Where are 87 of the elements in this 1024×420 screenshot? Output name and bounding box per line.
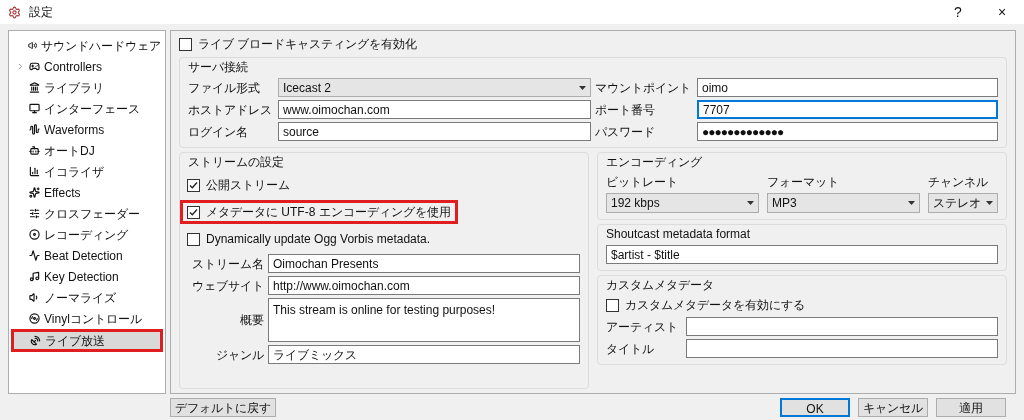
checkbox[interactable]: [606, 298, 619, 312]
gamepad-icon: [29, 61, 40, 72]
input-field[interactable]: ライブミックス: [268, 345, 580, 364]
slider-icon: [29, 208, 40, 219]
group-title: Shoutcast metadata format: [606, 227, 752, 242]
group-title: サーバ接続: [188, 60, 249, 75]
sidebar-item[interactable]: サウンドハードウェア: [13, 37, 161, 54]
field-label: ウェブサイト: [191, 277, 265, 295]
window-title: 設定: [29, 4, 54, 21]
dialog-button[interactable]: キャンセル: [858, 397, 928, 417]
field-label: ジャンル: [215, 346, 265, 364]
input-field[interactable]: oimo: [697, 78, 998, 97]
sidebar-item[interactable]: ノーマライズ: [13, 289, 161, 306]
field-label: マウントポイント: [595, 79, 692, 97]
close-button[interactable]: ×: [980, 0, 1024, 24]
checkbox[interactable]: [179, 37, 192, 51]
building-icon: [29, 82, 40, 93]
satellite-dish-icon: [30, 335, 41, 346]
caret-icon: [579, 85, 586, 90]
robot-icon: [29, 145, 40, 156]
input-field[interactable]: Oimochan Presents: [268, 254, 580, 273]
sidebar-item[interactable]: ライブラリ: [13, 79, 161, 96]
checkbox[interactable]: [187, 205, 200, 219]
sidebar-item[interactable]: Controllers: [13, 58, 161, 75]
music-icon: [29, 271, 40, 282]
reset-button[interactable]: デフォルトに戻す: [170, 397, 276, 417]
app-icon: [8, 5, 21, 19]
equalizer-icon: [29, 166, 40, 177]
field-label: ポート番号: [595, 101, 656, 119]
sidebar-item[interactable]: レコーディング: [13, 226, 161, 243]
checkbox[interactable]: [187, 178, 200, 192]
field-label: パスワード: [595, 123, 656, 141]
checkbox-label: ライブ ブロードキャスティングを有効化: [198, 36, 418, 53]
field-label: タイトル: [606, 340, 655, 358]
pulse-icon: [29, 250, 40, 261]
dropdown[interactable]: 192 kbps: [606, 193, 759, 213]
input-field[interactable]: [686, 339, 998, 358]
speaker-icon: [27, 40, 37, 51]
dropdown[interactable]: MP3: [767, 193, 920, 213]
caret-icon: [908, 201, 915, 205]
dialog-button[interactable]: 適用: [936, 397, 1006, 417]
field-label: アーティスト: [606, 318, 679, 336]
sidebar-item[interactable]: インターフェース: [13, 100, 161, 117]
sidebar-item[interactable]: Key Detection: [13, 268, 161, 285]
checkbox-label: Dynamically update Ogg Vorbis metadata.: [206, 231, 431, 248]
field-label: ビットレート: [606, 174, 679, 191]
field-label: ログイン名: [188, 123, 249, 141]
password-field[interactable]: ●●●●●●●●●●●●●: [697, 122, 998, 141]
sparkle-icon: [29, 187, 40, 198]
checkbox-label: メタデータに UTF-8 エンコーディングを使用: [206, 204, 451, 221]
sidebar-item[interactable]: Effects: [13, 184, 161, 201]
sidebar-item[interactable]: Vinylコントロール: [13, 310, 161, 327]
dropdown[interactable]: ステレオ: [928, 193, 998, 213]
input-field[interactable]: source: [278, 122, 591, 141]
caret-icon: [747, 201, 754, 205]
sidebar-item[interactable]: オートDJ: [13, 142, 161, 159]
sidebar-item[interactable]: ライブ放送: [14, 332, 160, 349]
checkbox[interactable]: [187, 232, 200, 246]
dropdown[interactable]: Icecast 2: [278, 78, 591, 97]
sidebar-item[interactable]: イコライザ: [13, 163, 161, 180]
monitor-icon: [29, 103, 40, 114]
input-field[interactable]: http://www.oimochan.com: [268, 276, 580, 295]
group-title: カスタムメタデータ: [606, 278, 715, 293]
caret-icon: [986, 201, 993, 205]
help-button[interactable]: ?: [936, 0, 980, 24]
field-label: フォーマット: [767, 174, 840, 191]
checkbox-label: カスタムメタデータを有効にする: [625, 297, 805, 314]
input-field[interactable]: [686, 317, 998, 336]
input-field[interactable]: 7707: [697, 100, 998, 119]
textarea-field[interactable]: This stream is online for testing purposes!: [268, 298, 580, 342]
sidebar-item[interactable]: Waveforms: [13, 121, 161, 138]
volume-icon: [29, 292, 40, 303]
group-title: ストリームの設定: [188, 155, 285, 170]
waveform-icon: [29, 124, 40, 135]
vinyl-icon: [29, 313, 40, 324]
input-field[interactable]: $artist - $title: [606, 245, 998, 264]
field-label: ホストアドレス: [188, 101, 273, 119]
checkbox-label: 公開ストリーム: [206, 177, 290, 194]
field-label: ファイル形式: [188, 79, 261, 97]
group-title: エンコーディング: [606, 155, 703, 170]
sidebar-item[interactable]: Beat Detection: [13, 247, 161, 264]
sidebar-item[interactable]: クロスフェーダー: [13, 205, 161, 222]
input-field[interactable]: www.oimochan.com: [278, 100, 591, 119]
field-label: チャンネル: [928, 174, 989, 191]
dialog-button[interactable]: OK: [780, 397, 850, 417]
field-label: 概要: [239, 312, 265, 329]
field-label: ストリーム名: [191, 255, 265, 273]
